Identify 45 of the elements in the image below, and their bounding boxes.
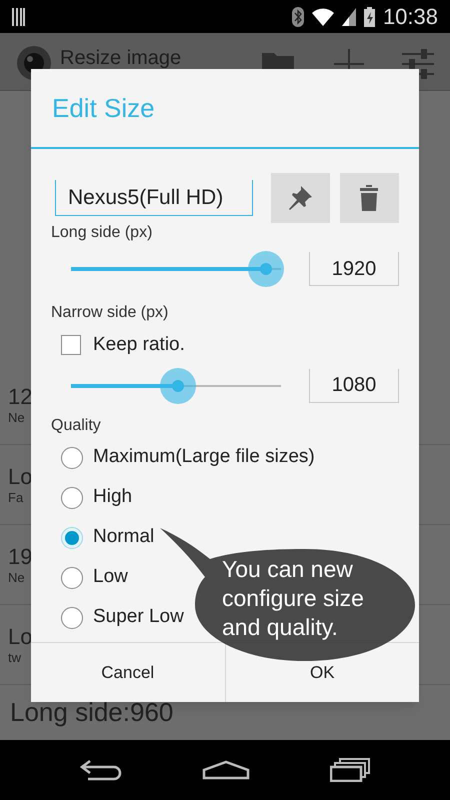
radio-button[interactable] <box>61 566 83 588</box>
name-field[interactable]: Nexus5(Full HD) <box>55 180 253 216</box>
clock: 10:38 <box>382 3 438 31</box>
field-label: Long side (px) <box>51 223 154 243</box>
list-item-title: Lo <box>8 464 32 490</box>
number-field[interactable]: 1920 <box>309 252 399 286</box>
number-field[interactable]: 1080 <box>309 368 399 402</box>
list-item-title: 12 <box>8 384 32 410</box>
pin-button[interactable] <box>270 173 330 223</box>
trash-icon <box>360 185 378 211</box>
bluetooth-icon <box>292 6 304 26</box>
slider-thumb[interactable] <box>248 251 284 287</box>
back-icon[interactable] <box>80 759 122 781</box>
keep-ratio-checkbox[interactable] <box>61 335 81 356</box>
radio-label: Normal <box>93 525 154 550</box>
checkbox-label: Keep ratio. <box>93 333 185 357</box>
tooltip-text: You can new configure size and quality. <box>222 555 365 642</box>
app-title: Resize image <box>60 46 182 70</box>
list-item-subtitle: Ne <box>8 410 25 426</box>
field-label: Narrow side (px) <box>51 303 170 323</box>
battery-icon <box>364 6 375 26</box>
recent-apps-icon[interactable] <box>330 758 370 782</box>
slider-thumb[interactable] <box>160 368 196 404</box>
cell-signal-icon <box>342 8 356 26</box>
radio-button[interactable] <box>61 446 83 468</box>
signal-bars-icon <box>12 8 26 26</box>
radio-label: Maximum(Large file sizes) <box>93 445 315 470</box>
home-icon[interactable] <box>202 760 250 780</box>
radio-button[interactable] <box>61 486 83 508</box>
list-item-subtitle: Fa <box>8 490 24 506</box>
pushpin-icon <box>287 185 314 211</box>
list-item-title: Lo <box>8 624 32 650</box>
radio-button[interactable] <box>61 606 83 628</box>
delete-button[interactable] <box>340 173 399 223</box>
section-label: Quality <box>51 416 102 436</box>
list-item-title: 19 <box>8 544 32 570</box>
list-item-subtitle: Ne <box>8 570 25 586</box>
radio-label: Super Low <box>93 605 184 630</box>
wifi-icon <box>312 8 334 26</box>
radio-label: High <box>93 485 132 510</box>
radio-button[interactable] <box>61 526 83 548</box>
sliders-icon[interactable] <box>402 49 434 79</box>
dialog-title: Edit Size <box>52 92 155 124</box>
list-item-subtitle: tw <box>8 650 21 666</box>
radio-label: Low <box>93 565 128 590</box>
